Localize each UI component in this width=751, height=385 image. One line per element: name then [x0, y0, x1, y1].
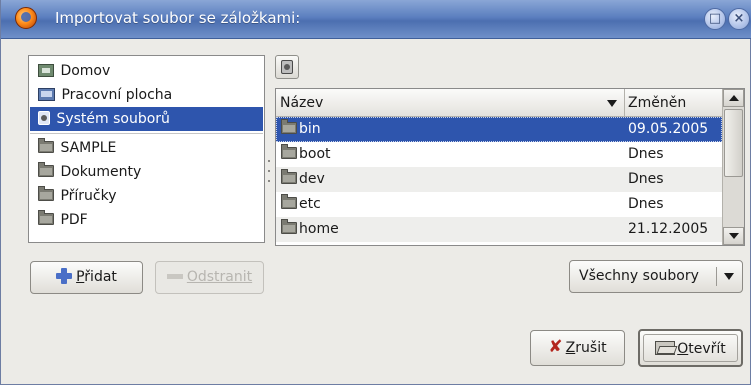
bookmark-label: PDF	[60, 212, 88, 228]
column-name-label: Název	[280, 95, 324, 111]
file-name: bin	[299, 121, 321, 137]
folder-icon	[281, 194, 297, 209]
cancel-button[interactable]: ✘ Zrušit	[530, 330, 625, 366]
folder-icon	[281, 219, 297, 234]
file-filter-dropdown[interactable]: Všechny soubory	[569, 260, 743, 293]
drive-icon	[281, 60, 293, 74]
file-row[interactable]: etc Dnes	[276, 192, 722, 217]
file-row[interactable]: boot Dnes	[276, 142, 722, 167]
folder-icon	[281, 144, 297, 159]
close-icon[interactable]: ×	[728, 8, 750, 30]
scroll-thumb[interactable]	[724, 109, 743, 177]
cancel-mnemonic: Z	[565, 340, 576, 356]
remove-label: Odstranit	[186, 269, 253, 285]
scroll-up-button[interactable]	[723, 89, 744, 107]
file-chooser-dialog: Importovat soubor se záložkami: □ × Domo…	[0, 0, 751, 385]
place-label: Pracovní plocha	[61, 87, 173, 103]
places-divider	[30, 133, 263, 134]
desktop-icon	[38, 87, 55, 101]
place-label: Domov	[60, 63, 111, 79]
bookmark-prirucky[interactable]: Příručky	[30, 184, 263, 208]
bookmark-label: Dokumenty	[60, 164, 142, 180]
add-bookmark-button[interactable]: Přidat	[30, 261, 143, 294]
file-name: etc	[299, 196, 321, 212]
folder-icon	[281, 119, 297, 134]
folder-icon	[38, 162, 54, 177]
bookmark-dokumenty[interactable]: Dokumenty	[30, 160, 263, 184]
bookmark-pdf[interactable]: PDF	[30, 208, 263, 232]
file-modified: 21.12.2005	[628, 221, 709, 237]
file-name: boot	[299, 146, 331, 162]
add-label: řidat	[84, 269, 117, 285]
path-root-button[interactable]	[275, 55, 299, 79]
folder-icon	[281, 169, 297, 184]
file-name: dev	[299, 171, 325, 187]
title-bar[interactable]: Importovat soubor se záložkami: □ ×	[1, 0, 751, 39]
cancel-label: rušit	[575, 340, 607, 356]
file-modified: 09.05.2005	[628, 121, 709, 137]
file-modified: Dnes	[628, 196, 664, 212]
firefox-icon	[15, 7, 37, 29]
cancel-x-icon: ✘	[548, 336, 563, 357]
column-modified-label: Změněn	[628, 95, 687, 111]
file-modified: Dnes	[628, 171, 664, 187]
minus-icon	[166, 273, 183, 279]
bookmark-label: Příručky	[60, 188, 117, 204]
place-label: Systém souborů	[56, 111, 170, 127]
place-filesystem[interactable]: Systém souborů	[30, 107, 263, 131]
bookmark-sample[interactable]: SAMPLE	[30, 136, 263, 160]
column-header-name[interactable]: Název	[276, 89, 625, 117]
file-row[interactable]: home 21.12.2005	[276, 217, 722, 242]
maximize-icon[interactable]: □	[704, 8, 726, 30]
places-sidebar: Domov Pracovní plocha Systém souborů SAM…	[28, 55, 265, 243]
file-modified: Dnes	[628, 146, 664, 162]
arrow-up-icon	[729, 95, 739, 101]
open-button[interactable]: Otevřít	[638, 329, 743, 367]
folder-icon	[38, 138, 54, 153]
place-home[interactable]: Domov	[30, 59, 263, 83]
filter-value: Všechny soubory	[579, 268, 699, 284]
sort-descending-icon	[607, 100, 617, 107]
remove-bookmark-button[interactable]: Odstranit	[155, 261, 264, 294]
folder-icon	[38, 210, 54, 225]
vertical-scrollbar[interactable]	[722, 89, 744, 245]
column-header-modified[interactable]: Změněn	[625, 89, 722, 117]
window-title: Importovat soubor se záložkami:	[55, 9, 301, 27]
file-row[interactable]: bin 09.05.2005	[276, 117, 722, 142]
pane-resize-handle[interactable]	[267, 158, 271, 186]
place-desktop[interactable]: Pracovní plocha	[30, 83, 263, 107]
home-folder-icon	[38, 63, 54, 77]
plus-icon	[56, 267, 73, 284]
file-name: home	[299, 221, 339, 237]
file-list: Název Změněn bin 09.05.2005 boot Dnes de…	[275, 88, 745, 246]
drive-icon	[38, 110, 50, 125]
folder-icon	[38, 186, 54, 201]
open-folder-icon	[655, 340, 676, 355]
bookmark-label: SAMPLE	[60, 140, 117, 156]
arrow-down-icon	[729, 233, 739, 239]
chevron-down-icon	[724, 273, 734, 280]
file-row[interactable]: dev Dnes	[276, 167, 722, 192]
scroll-down-button[interactable]	[723, 227, 744, 245]
